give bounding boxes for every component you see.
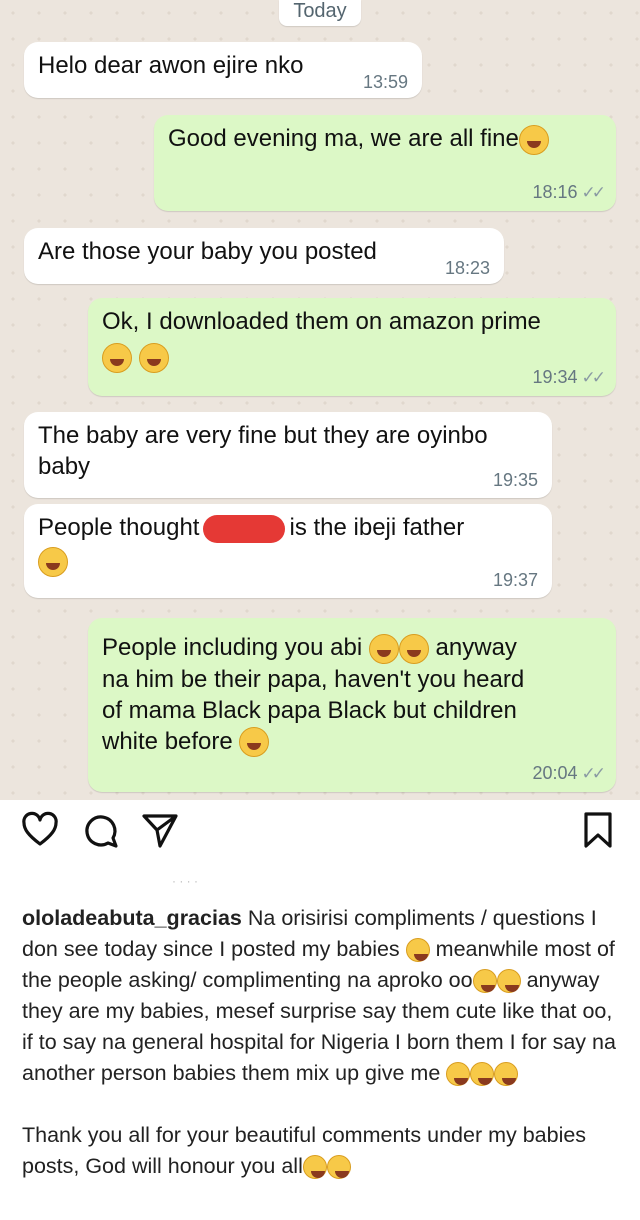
message-incoming[interactable]: People thought is the ibeji father 19:37 — [24, 504, 552, 598]
message-outgoing[interactable]: Good evening ma, we are all fine 18:16 ✓✓ — [154, 115, 616, 211]
read-ticks-icon: ✓✓ — [581, 183, 606, 202]
rolling-laughing-emoji-icon — [102, 342, 132, 373]
message-incoming[interactable]: The baby are very fine but they are oyin… — [24, 412, 552, 498]
message-time: 19:37 — [492, 570, 538, 590]
laughing-emoji-icon — [38, 546, 68, 577]
blowing-kiss-emoji-icon — [302, 1155, 327, 1180]
message-text: People thought is the ibeji father — [38, 514, 465, 543]
date-divider: Today — [279, 0, 361, 26]
grinning-sweat-emoji-icon — [472, 969, 497, 994]
read-ticks-icon: ✓✓ — [581, 368, 606, 387]
message-time: 13:59 — [362, 72, 408, 92]
message-text: Ok, I downloaded them on amazon prime — [102, 308, 541, 335]
tears-of-joy-emoji-icon — [138, 342, 169, 373]
zany-face-emoji-icon — [398, 633, 429, 664]
heart-icon[interactable] — [20, 810, 60, 850]
message-emojis — [102, 341, 602, 373]
rolling-laughing-emoji-icon — [239, 727, 270, 758]
message-text-line: People including you abi anyway — [102, 632, 602, 664]
grinning-sweat-emoji-icon — [518, 124, 549, 155]
message-text-line: of mama Black papa Black but children — [102, 696, 517, 724]
message-time: 18:16 ✓✓ — [532, 182, 606, 202]
message-time: 19:35 — [492, 470, 538, 490]
message-incoming[interactable]: Are those your baby you posted 18:23 — [24, 228, 504, 284]
carousel-dots: · · · · — [172, 874, 198, 888]
chat-screenshot: Today Helo dear awon ejire nko 13:59 Goo… — [0, 0, 640, 800]
message-text-line: The baby are very fine but they are oyin… — [38, 422, 488, 449]
username-link[interactable]: ololadeabuta_gracias — [22, 906, 242, 930]
message-text: Helo dear awon ejire nko — [38, 52, 304, 79]
blowing-kiss-emoji-icon — [326, 1155, 351, 1180]
message-time: 20:04 ✓✓ — [532, 763, 606, 783]
caption-paragraph: ololadeabuta_gracias Na orisirisi compli… — [22, 906, 616, 1087]
message-incoming[interactable]: Helo dear awon ejire nko 13:59 — [24, 42, 422, 98]
message-text-line: white before — [102, 726, 602, 758]
redacted-name — [203, 514, 286, 543]
winking-tongue-emoji-icon — [494, 1062, 519, 1087]
message-emojis — [38, 545, 538, 577]
message-outgoing[interactable]: Ok, I downloaded them on amazon prime 19… — [88, 298, 616, 396]
share-icon[interactable] — [140, 810, 180, 850]
message-text: Good evening ma, we are all fine — [168, 123, 602, 155]
zany-face-emoji-icon — [470, 1062, 495, 1087]
caption-paragraph: Thank you all for your beautiful comment… — [22, 1123, 587, 1180]
read-ticks-icon: ✓✓ — [581, 764, 606, 783]
post-caption: ololadeabuta_gracias Na orisirisi compli… — [22, 903, 622, 1182]
message-text: Are those your baby you posted — [38, 238, 377, 265]
message-time: 18:23 — [444, 258, 490, 278]
grinning-emoji-icon — [405, 938, 430, 963]
message-text-line: baby — [38, 453, 91, 480]
comment-icon[interactable] — [80, 810, 120, 850]
squinting-tongue-emoji-icon — [368, 633, 399, 664]
bookmark-icon[interactable] — [578, 810, 618, 850]
post-action-bar — [0, 810, 640, 850]
grinning-emoji-icon — [446, 1062, 471, 1087]
message-text-line: na him be their papa, haven't you heard — [102, 665, 525, 693]
message-outgoing[interactable]: People including you abi anyway na him b… — [88, 618, 616, 792]
message-time: 19:34 ✓✓ — [532, 367, 606, 387]
rolling-laughing-emoji-icon — [496, 969, 521, 994]
